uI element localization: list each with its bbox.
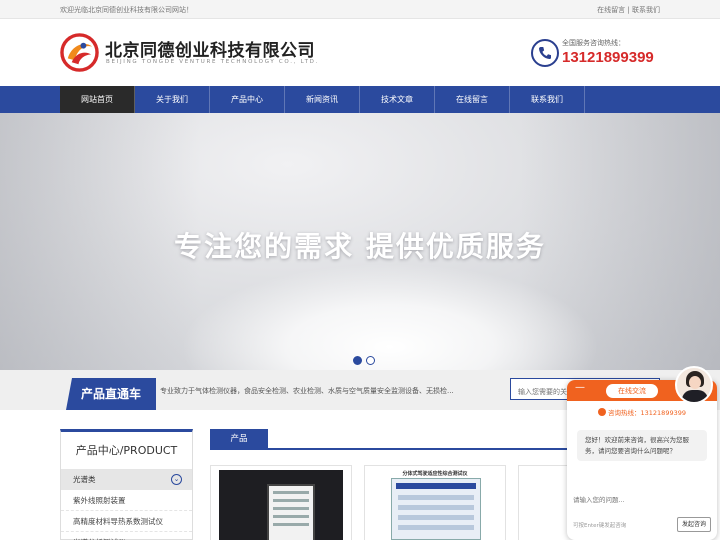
product-card-title: 分体式驾驶适应性综合测试仪 [402,471,468,477]
product-image-tester-case [219,470,343,540]
chat-widget: — 在线交流 咨询热线：13121899399 您好！欢迎前来咨询，很高兴为您服… [567,380,717,540]
top-links: 在线留言 | 联系我们 [597,5,660,15]
nav-item-articles[interactable]: 技术文章 [360,86,435,113]
chat-greeting-bubble: 您好！欢迎前来咨询，很高兴为您服务，请问您要咨询什么问题呢？ [577,430,707,461]
chat-hotline: 咨询热线：13121899399 [567,407,717,417]
products-header: 产品 [210,429,570,450]
phone-icon [598,408,606,416]
banner-slogan: 专注您的需求 提供优质服务 [174,230,546,263]
chat-title: 在线交流 [606,384,658,398]
product-card-1[interactable] [210,465,352,540]
hotline-label: 全国服务咨询热线： [562,39,625,47]
company-name-en: BEIJING TONGDE VENTURE TECHNOLOGY CO., L… [106,59,320,65]
nav-item-about[interactable]: 关于我们 [135,86,210,113]
carousel-dots [353,350,379,369]
hotline-number: 13121899399 [562,49,654,66]
nav-item-products[interactable]: 产品中心 [210,86,285,113]
product-direct-tag: 产品直通车 [66,378,156,410]
products-tab[interactable]: 产品 [210,429,268,450]
chat-input[interactable] [573,488,711,512]
banner-light-glow [180,263,600,370]
company-description: 专业致力于气体检测仪器，食品安全检测、农业检测、水质与空气质量安全监测设备、无损… [160,387,454,395]
product-sidebar: 产品中心/PRODUCT 光谱类 ⌄ 紫外线照射装置 高精度材料导热系数测试仪 … [60,429,193,540]
sidebar-item-thermal-tester[interactable]: 高精度材料导热系数测试仪 [61,511,192,532]
nav-item-message[interactable]: 在线留言 [435,86,510,113]
device-screen [267,484,315,540]
sidebar-item-uv-device[interactable]: 紫外线照射装置 [61,490,192,511]
carousel-dot-2[interactable] [366,356,375,365]
site-header: 北京同德创业科技有限公司 BEIJING TONGDE VENTURE TECH… [0,19,720,86]
top-link-contact[interactable]: 联系我们 [632,6,660,14]
chevron-down-icon[interactable]: ⌄ [171,474,182,485]
minimize-icon[interactable]: — [575,382,585,393]
sidebar-category-label: 光谱类 [73,475,96,484]
company-name-cn[interactable]: 北京同德创业科技有限公司 [105,36,315,61]
sidebar-category-spectrum[interactable]: 光谱类 ⌄ [61,470,192,490]
welcome-text: 欢迎光临北京同德创业科技有限公司网站！ [60,6,193,14]
company-logo-icon[interactable] [60,33,99,72]
main-nav: 网站首页 关于我们 产品中心 新闻资讯 技术文章 在线留言 联系我们 [0,86,720,113]
sidebar-title: 产品中心/PRODUCT [61,432,192,470]
product-card-2[interactable]: 分体式驾驶适应性综合测试仪 [364,465,506,540]
phone-icon [531,39,559,67]
sidebar-item-spectrum-tester[interactable]: 光谱分析测试仪 [61,532,192,540]
agent-avatar [675,366,713,404]
product-image-test-panel [391,478,481,540]
top-link-separator: | [627,6,630,14]
chat-hint: 可按Enter键发起咨询 [573,523,627,529]
carousel-dot-1[interactable] [353,356,362,365]
nav-item-home[interactable]: 网站首页 [60,86,135,113]
nav-item-news[interactable]: 新闻资讯 [285,86,360,113]
hero-banner: 专注您的需求 提供优质服务 [0,113,720,370]
chat-hotline-text: 咨询热线：13121899399 [608,409,686,417]
top-link-message[interactable]: 在线留言 [597,6,625,14]
top-bar: 欢迎光临北京同德创业科技有限公司网站！ 在线留言 | 联系我们 [0,0,720,19]
chat-send-button[interactable]: 发起咨询 [677,517,711,532]
nav-item-contact[interactable]: 联系我们 [510,86,585,113]
